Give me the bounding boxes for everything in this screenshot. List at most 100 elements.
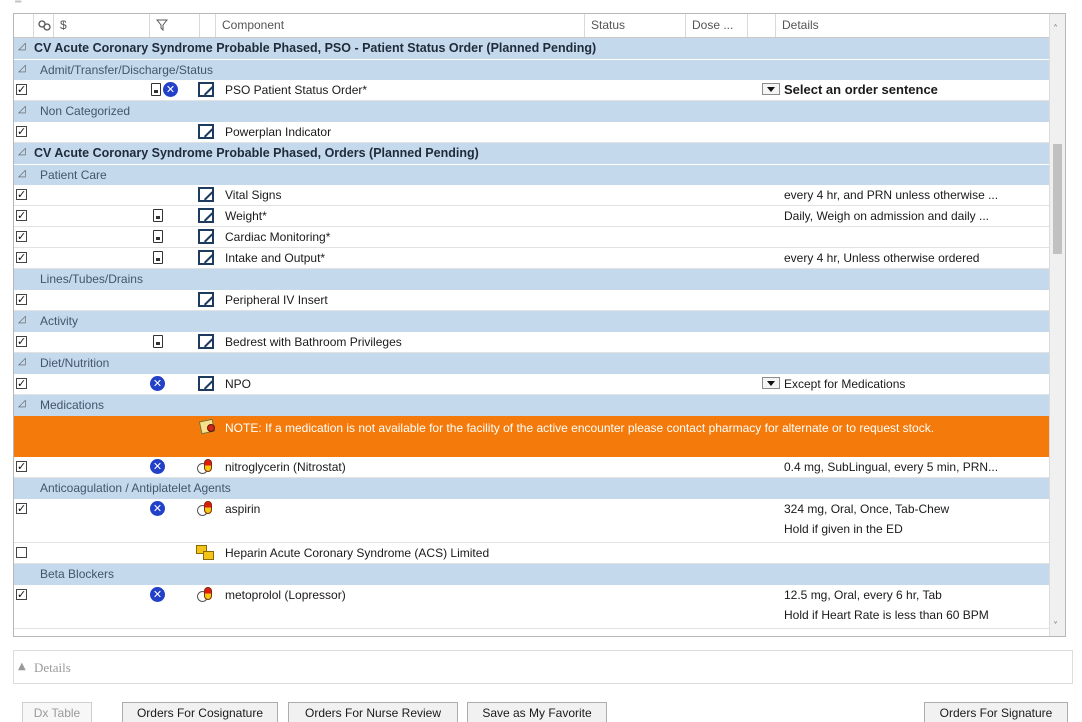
header-expand-col[interactable]: [14, 14, 34, 37]
order-details[interactable]: 0.4 mg, SubLingual, every 5 min, PRN...: [784, 460, 998, 474]
order-component[interactable]: Heparin Acute Coronary Syndrome (ACS) Li…: [225, 546, 489, 560]
order-row[interactable]: ✓ Powerplan Indicator: [14, 122, 1065, 143]
save-as-favorite-button[interactable]: Save as My Favorite: [467, 702, 607, 722]
order-checkbox[interactable]: ✓: [16, 210, 27, 221]
category-row[interactable]: Lines/Tubes/Drains: [14, 269, 1065, 290]
order-row[interactable]: ✓ Intake and Output* every 4 hr, Unless ot…: [14, 248, 1065, 269]
order-sentence-dropdown-icon[interactable]: [762, 377, 780, 389]
order-details[interactable]: 324 mg, Oral, Once, Tab-Chew: [784, 502, 949, 516]
orders-grid[interactable]: $ Component Status Dose ... Details ◿ CV …: [13, 13, 1066, 637]
order-component[interactable]: Weight*: [225, 209, 267, 223]
collapse-arrow-icon[interactable]: ◿: [18, 168, 26, 179]
order-icon: [198, 124, 214, 139]
order-component[interactable]: Intake and Output*: [225, 251, 325, 265]
order-checkbox[interactable]: ✓: [16, 126, 27, 137]
category-row[interactable]: ◿ Non Categorized: [14, 101, 1065, 122]
order-component[interactable]: aspirin: [225, 502, 260, 516]
order-component[interactable]: PSO Patient Status Order*: [225, 83, 367, 97]
order-row[interactable]: ✓ Vital Signs every 4 hr, and PRN unless o…: [14, 185, 1065, 206]
order-row[interactable]: ✓ ✕ aspirin 324 mg, Oral, Once, Tab-Chew Hol…: [14, 499, 1065, 543]
order-details[interactable]: Select an order sentence: [784, 82, 938, 97]
order-row[interactable]: ✓ ✕ nitroglycerin (Nitrostat) 0.4 mg, SubLi…: [14, 457, 1065, 478]
order-sentence-dropdown-icon[interactable]: [762, 83, 780, 95]
order-row[interactable]: ✓ Peripheral IV Insert: [14, 290, 1065, 311]
order-details[interactable]: Except for Medications: [784, 377, 905, 391]
order-checkbox[interactable]: ✓: [16, 503, 27, 514]
order-row[interactable]: ✓ Bedrest with Bathroom Privileges: [14, 332, 1065, 353]
remove-order-icon[interactable]: ✕: [150, 376, 165, 391]
order-row[interactable]: ✓ ✕ PSO Patient Status Order* Select an ord…: [14, 80, 1065, 101]
order-row[interactable]: ✓ Cardiac Monitoring*: [14, 227, 1065, 248]
order-checkbox[interactable]: ✓: [16, 252, 27, 263]
orders-for-cosignature-button[interactable]: Orders For Cosignature: [122, 702, 278, 722]
remove-order-icon[interactable]: ✕: [150, 587, 165, 602]
header-dollar[interactable]: $: [54, 14, 150, 37]
order-checkbox[interactable]: ✓: [16, 461, 27, 472]
category-label: Medications: [40, 398, 105, 412]
category-row[interactable]: Anticoagulation / Antiplatelet Agents: [14, 478, 1065, 499]
order-component[interactable]: Bedrest with Bathroom Privileges: [225, 335, 402, 349]
scroll-down-icon[interactable]: ˅: [1053, 621, 1058, 632]
remove-order-icon[interactable]: ✕: [150, 501, 165, 516]
remove-order-icon[interactable]: ✕: [150, 459, 165, 474]
collapse-arrow-icon[interactable]: ◿: [18, 398, 26, 409]
category-row[interactable]: ◿ Admit/Transfer/Discharge/Status: [14, 59, 1065, 80]
order-row[interactable]: ✓ ✕ NPO Except for Medications: [14, 374, 1065, 395]
pharmacy-note-row[interactable]: NOTE: If a medication is not available f…: [14, 416, 1065, 457]
header-filter-icon[interactable]: [150, 14, 200, 37]
vertical-scrollbar[interactable]: ˄ ˅: [1049, 14, 1065, 636]
header-component[interactable]: Component: [216, 14, 585, 37]
order-details-line2[interactable]: Hold if given in the ED: [784, 522, 903, 536]
order-checkbox[interactable]: ✓: [16, 231, 27, 242]
order-checkbox[interactable]: ✓: [16, 336, 27, 347]
order-component[interactable]: NPO: [225, 377, 251, 391]
orders-for-signature-button[interactable]: Orders For Signature: [924, 702, 1068, 722]
order-details[interactable]: 12.5 mg, Oral, every 6 hr, Tab: [784, 588, 942, 602]
header-details[interactable]: Details: [776, 14, 1051, 37]
phase-header-row[interactable]: ◿ CV Acute Coronary Syndrome Probable Pha…: [14, 38, 1065, 59]
order-component[interactable]: nitroglycerin (Nitrostat): [225, 460, 346, 474]
collapse-arrow-icon[interactable]: ◿: [18, 314, 26, 325]
collapse-arrow-icon[interactable]: ◿: [18, 146, 26, 157]
collapse-arrow-icon[interactable]: ◿: [18, 63, 26, 74]
category-row[interactable]: ◿ Medications: [14, 395, 1065, 416]
order-component[interactable]: Peripheral IV Insert: [225, 293, 328, 307]
order-row[interactable]: ✓ ✕ metoprolol (Lopressor) 12.5 mg, Oral, e…: [14, 585, 1065, 629]
header-dose[interactable]: Dose ...: [686, 14, 748, 37]
category-row[interactable]: Beta Blockers: [14, 564, 1065, 585]
remove-order-icon[interactable]: ✕: [163, 82, 178, 97]
header-dd-col[interactable]: [748, 14, 776, 37]
expand-details-icon[interactable]: ▲: [18, 661, 26, 672]
header-status[interactable]: Status: [585, 14, 686, 37]
order-checkbox[interactable]: [16, 547, 27, 558]
order-component[interactable]: Powerplan Indicator: [225, 125, 331, 139]
phase-header-row[interactable]: ◿ CV Acute Coronary Syndrome Probable Pha…: [14, 143, 1065, 164]
header-icon-col[interactable]: [200, 14, 216, 37]
category-row[interactable]: ◿ Activity: [14, 311, 1065, 332]
order-component[interactable]: metoprolol (Lopressor): [225, 588, 346, 602]
header-link-icon[interactable]: [34, 14, 54, 37]
category-row[interactable]: ◿ Diet/Nutrition: [14, 353, 1065, 374]
collapse-arrow-icon[interactable]: ◿: [18, 356, 26, 367]
order-details[interactable]: every 4 hr, and PRN unless otherwise ...: [784, 188, 998, 202]
order-checkbox[interactable]: ✓: [16, 189, 27, 200]
scroll-up-icon[interactable]: ˄: [1053, 24, 1058, 35]
order-row[interactable]: ✓ Weight* Daily, Weigh on admission and da…: [14, 206, 1065, 227]
orders-for-nurse-review-button[interactable]: Orders For Nurse Review: [288, 702, 458, 722]
scroll-thumb[interactable]: [1053, 144, 1062, 254]
order-details-line2[interactable]: Hold if Heart Rate is less than 60 BPM: [784, 608, 989, 622]
order-checkbox[interactable]: ✓: [16, 589, 27, 600]
dx-table-button[interactable]: Dx Table: [22, 702, 92, 722]
details-panel[interactable]: ▲ Details: [13, 650, 1073, 684]
order-component[interactable]: Cardiac Monitoring*: [225, 230, 330, 244]
collapse-arrow-icon[interactable]: ◿: [18, 104, 26, 115]
category-row[interactable]: ◿ Patient Care: [14, 164, 1065, 185]
collapse-arrow-icon[interactable]: ◿: [18, 41, 26, 52]
order-row[interactable]: Heparin Acute Coronary Syndrome (ACS) Li…: [14, 543, 1065, 564]
order-details[interactable]: every 4 hr, Unless otherwise ordered: [784, 251, 979, 265]
order-checkbox[interactable]: ✓: [16, 294, 27, 305]
order-checkbox[interactable]: ✓: [16, 378, 27, 389]
order-component[interactable]: Vital Signs: [225, 188, 281, 202]
order-checkbox[interactable]: ✓: [16, 84, 27, 95]
order-details[interactable]: Daily, Weigh on admission and daily ...: [784, 209, 989, 223]
